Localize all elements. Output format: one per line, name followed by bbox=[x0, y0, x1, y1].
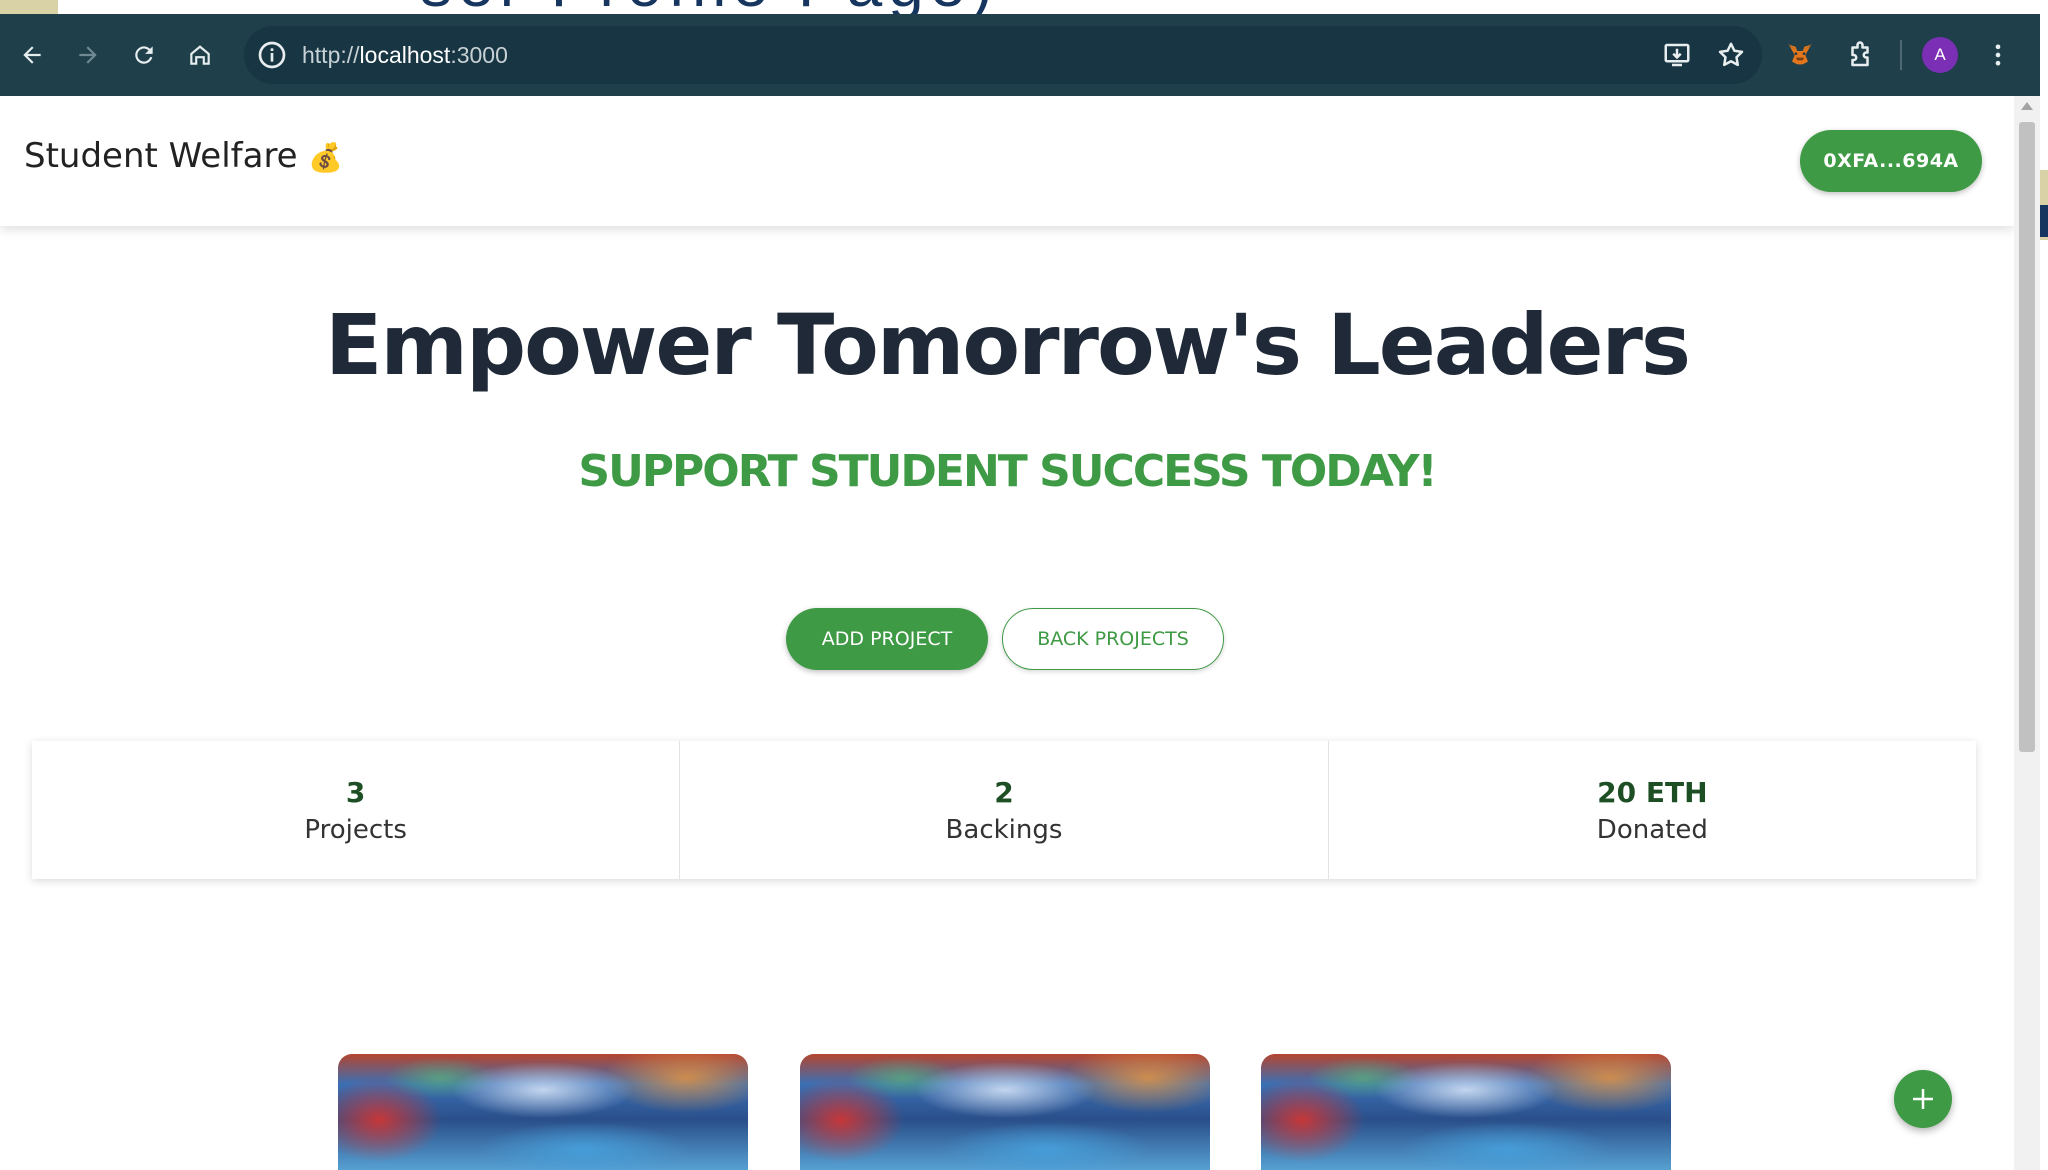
plus-icon bbox=[1913, 1089, 1933, 1109]
project-card-image[interactable] bbox=[1261, 1054, 1671, 1170]
stat-label: Projects bbox=[304, 814, 407, 845]
install-app-icon[interactable] bbox=[1660, 38, 1694, 72]
site-navbar: Student Welfare 💰 0XFA...694A bbox=[0, 96, 2014, 226]
reload-icon[interactable] bbox=[120, 31, 168, 79]
stat-projects: 3 Projects bbox=[32, 741, 681, 879]
browser-toolbar: http://localhost:3000 A bbox=[0, 14, 2040, 96]
back-icon[interactable] bbox=[8, 31, 56, 79]
url-text[interactable]: http://localhost:3000 bbox=[302, 26, 508, 84]
add-project-button[interactable]: ADD PROJECT bbox=[786, 608, 988, 670]
hero-subtitle: SUPPORT STUDENT SUCCESS TODAY! bbox=[578, 446, 1437, 497]
toolbar-divider bbox=[1900, 40, 1902, 70]
scroll-up-icon[interactable] bbox=[2021, 102, 2033, 110]
stats-bar: 3 Projects 2 Backings 20 ETH Donated bbox=[32, 741, 1976, 879]
project-thumbnail bbox=[1261, 1054, 1671, 1170]
stat-label: Donated bbox=[1596, 814, 1708, 845]
add-floating-button[interactable] bbox=[1894, 1070, 1952, 1128]
web-page: Student Welfare 💰 0XFA...694A Empower To… bbox=[0, 96, 2014, 1170]
money-bag-icon: 💰 bbox=[308, 141, 344, 174]
project-thumbnail bbox=[800, 1054, 1210, 1170]
project-card-image[interactable] bbox=[800, 1054, 1210, 1170]
metamask-fox-icon[interactable] bbox=[1780, 35, 1820, 75]
scrollbar-thumb[interactable] bbox=[2019, 122, 2035, 752]
stat-value: 20 ETH bbox=[1597, 775, 1708, 809]
profile-avatar[interactable]: A bbox=[1922, 37, 1958, 73]
site-brand[interactable]: Student Welfare 💰 bbox=[24, 136, 343, 176]
forward-icon[interactable] bbox=[64, 31, 112, 79]
brand-name: Student Welfare bbox=[24, 136, 298, 176]
slide-decoration bbox=[0, 0, 58, 14]
home-icon[interactable] bbox=[176, 31, 224, 79]
address-bar[interactable]: http://localhost:3000 bbox=[244, 26, 1762, 84]
hero-title: Empower Tomorrow's Leaders bbox=[325, 296, 1691, 394]
browser-window: http://localhost:3000 A Student Welfare … bbox=[0, 14, 2040, 1170]
slide-title-fragment: ser Profile Page) bbox=[420, 0, 1460, 14]
stat-value: 2 bbox=[994, 775, 1014, 809]
project-thumbnail bbox=[338, 1054, 748, 1170]
project-card-image[interactable] bbox=[338, 1054, 748, 1170]
stat-backings: 2 Backings bbox=[680, 741, 1329, 879]
back-projects-button[interactable]: BACK PROJECTS bbox=[1002, 608, 1224, 670]
site-info-icon[interactable] bbox=[256, 39, 288, 71]
slide-decoration bbox=[2040, 205, 2048, 237]
stat-donated: 20 ETH Donated bbox=[1329, 741, 1976, 879]
stat-label: Backings bbox=[945, 814, 1063, 845]
hero-actions: ADD PROJECT BACK PROJECTS bbox=[786, 608, 1224, 670]
more-vert-icon[interactable] bbox=[1978, 35, 2018, 75]
stat-value: 3 bbox=[345, 775, 366, 809]
wallet-address-button[interactable]: 0XFA...694A bbox=[1800, 130, 1982, 192]
extensions-puzzle-icon[interactable] bbox=[1840, 35, 1880, 75]
bookmark-star-icon[interactable] bbox=[1714, 38, 1748, 72]
page-scrollbar[interactable] bbox=[2014, 96, 2040, 1170]
